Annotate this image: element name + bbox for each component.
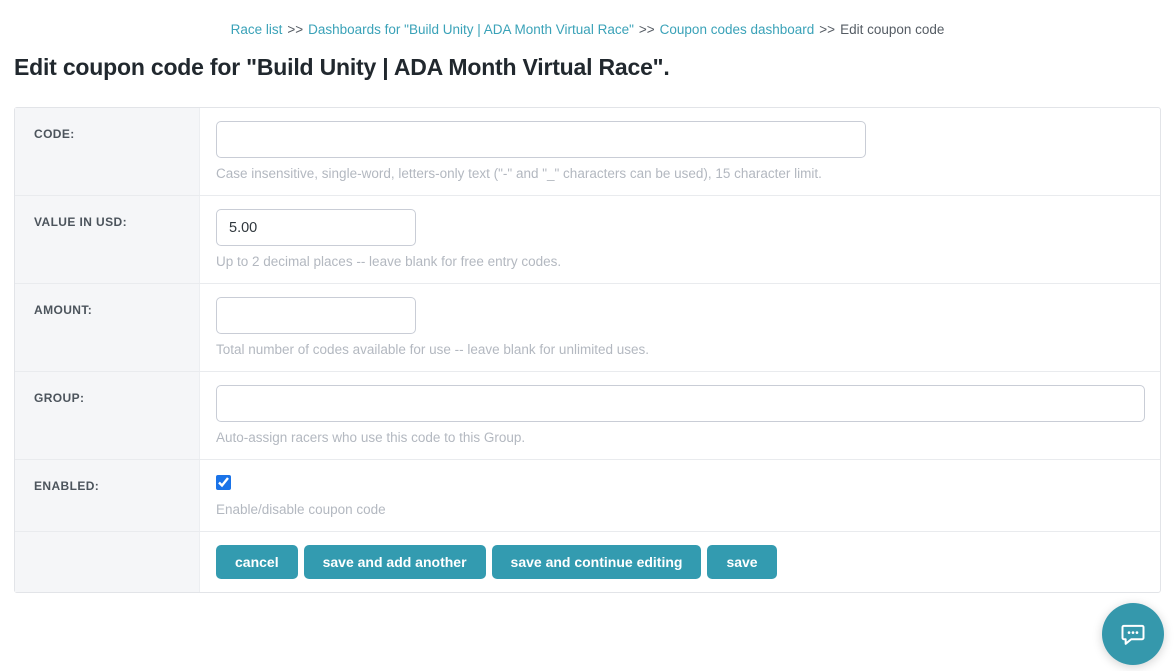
field-label-cell: ENABLED:	[15, 460, 200, 531]
coupon-form: CODE: Case insensitive, single-word, let…	[14, 107, 1161, 593]
field-help-text: Auto-assign racers who use this code to …	[216, 430, 1145, 445]
breadcrumb-current: Edit coupon code	[840, 22, 944, 37]
field-label: ENABLED:	[34, 479, 99, 493]
field-label: GROUP:	[34, 391, 84, 405]
field-help-text: Case insensitive, single-word, letters-o…	[216, 166, 1144, 181]
save-and-add-another-button[interactable]: save and add another	[304, 545, 486, 579]
breadcrumb-separator: >>	[287, 22, 303, 37]
buttons-cell: cancelsave and add anothersave and conti…	[200, 532, 1160, 592]
field-label: AMOUNT:	[34, 303, 92, 317]
save-and-continue-editing-button[interactable]: save and continue editing	[492, 545, 702, 579]
field-help-text: Enable/disable coupon code	[216, 502, 1144, 517]
field-content-cell: Enable/disable coupon code	[200, 460, 1160, 531]
breadcrumb-link-0[interactable]: Race list	[231, 22, 283, 37]
breadcrumb-link-1[interactable]: Dashboards for "Build Unity | ADA Month …	[308, 22, 634, 37]
form-row-enabled: ENABLED: Enable/disable coupon code	[15, 459, 1160, 531]
field-label-cell: GROUP:	[15, 372, 200, 459]
field-content-cell: Total number of codes available for use …	[200, 284, 1160, 371]
code-input[interactable]	[216, 121, 866, 158]
breadcrumb-separator: >>	[819, 22, 835, 37]
chat-bubble-icon	[1119, 620, 1147, 648]
breadcrumb-link-2[interactable]: Coupon codes dashboard	[660, 22, 815, 37]
amount-input[interactable]	[216, 297, 416, 334]
save-button[interactable]: save	[707, 545, 776, 579]
breadcrumb-separator: >>	[639, 22, 655, 37]
field-label: CODE:	[34, 127, 75, 141]
cancel-button[interactable]: cancel	[216, 545, 298, 579]
form-row-code: CODE: Case insensitive, single-word, let…	[15, 108, 1160, 195]
chat-fab-button[interactable]	[1102, 603, 1164, 665]
field-label: VALUE IN USD:	[34, 215, 127, 229]
field-label-cell: AMOUNT:	[15, 284, 200, 371]
field-help-text: Total number of codes available for use …	[216, 342, 1144, 357]
form-row-group: GROUP: Auto-assign racers who use this c…	[15, 371, 1160, 459]
field-content-cell: Up to 2 decimal places -- leave blank fo…	[200, 196, 1160, 283]
enabled-checkbox[interactable]	[216, 475, 231, 490]
form-row-value_in_usd: VALUE IN USD: Up to 2 decimal places -- …	[15, 195, 1160, 283]
buttons-label-cell	[15, 532, 200, 592]
form-row-amount: AMOUNT: Total number of codes available …	[15, 283, 1160, 371]
field-label-cell: VALUE IN USD:	[15, 196, 200, 283]
field-content-cell: Auto-assign racers who use this code to …	[200, 372, 1161, 459]
field-content-cell: Case insensitive, single-word, letters-o…	[200, 108, 1160, 195]
breadcrumb: Race list >> Dashboards for "Build Unity |…	[0, 0, 1175, 37]
value_in_usd-input[interactable]	[216, 209, 416, 246]
field-help-text: Up to 2 decimal places -- leave blank fo…	[216, 254, 1144, 269]
form-buttons-row: cancelsave and add anothersave and conti…	[15, 531, 1160, 592]
group-input[interactable]	[216, 385, 1145, 422]
page-title: Edit coupon code for "Build Unity | ADA …	[14, 54, 1161, 81]
field-label-cell: CODE:	[15, 108, 200, 195]
